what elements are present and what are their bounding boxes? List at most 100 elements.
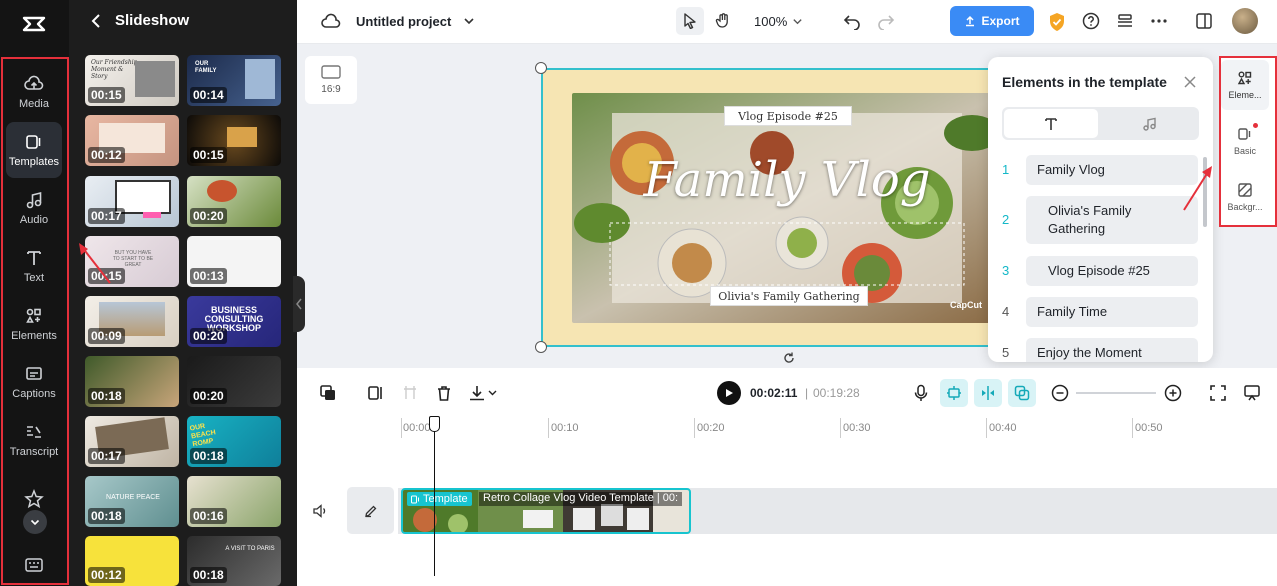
- link-icon: [1014, 385, 1030, 401]
- template-thumbnail[interactable]: A VISIT TO PARIS 00:18: [187, 536, 281, 586]
- crop-icon[interactable]: [402, 384, 418, 402]
- subtitle-text[interactable]: Olivia's Family Gathering: [710, 286, 868, 306]
- volume-icon[interactable]: [312, 503, 328, 519]
- avatar[interactable]: [1232, 8, 1258, 34]
- templates-panel: Slideshow Our Friendship Moment & Story …: [69, 0, 297, 586]
- tab-label: Eleme...: [1228, 90, 1262, 100]
- project-name[interactable]: Untitled project: [356, 14, 451, 29]
- cloud-sync-icon[interactable]: [321, 13, 341, 31]
- template-thumbnail[interactable]: 00:17: [85, 176, 179, 227]
- hand-tool-icon[interactable]: [715, 12, 733, 30]
- zoom-in-icon[interactable]: [1164, 384, 1182, 402]
- resize-handle[interactable]: [535, 341, 547, 353]
- shield-icon[interactable]: [1048, 12, 1066, 32]
- zoom-out-icon[interactable]: [1051, 384, 1069, 402]
- template-thumbnail[interactable]: BUSINESS CONSULTING WORKSHOP 00:20: [187, 296, 281, 347]
- link-button[interactable]: [1008, 379, 1036, 407]
- template-thumbnail[interactable]: OUR FAMILY 00:14: [187, 55, 281, 106]
- layers-icon[interactable]: [1116, 12, 1134, 30]
- rotate-icon[interactable]: [782, 351, 796, 365]
- template-thumbnail[interactable]: NATURE PEACE 00:18: [85, 476, 179, 527]
- timeline-ruler[interactable]: 00:00 00:10 00:20 00:30 00:40 00:50: [297, 416, 1277, 446]
- delete-icon[interactable]: [435, 384, 453, 402]
- rail-item-captions[interactable]: Captions: [6, 354, 62, 410]
- current-time: 00:02:11: [750, 386, 798, 400]
- transcript-icon: [24, 422, 44, 442]
- template-thumbnail[interactable]: 00:09: [85, 296, 179, 347]
- thumb-duration: 00:18: [88, 388, 125, 404]
- tab-text[interactable]: [1004, 109, 1098, 138]
- template-thumbnail[interactable]: 00:16: [187, 476, 281, 527]
- select-tool-button[interactable]: [676, 7, 704, 35]
- thumb-duration: 00:18: [190, 567, 227, 583]
- thumb-duration: 00:20: [190, 328, 227, 344]
- resize-handle[interactable]: [535, 62, 547, 74]
- zoom-level[interactable]: 100%: [754, 14, 787, 29]
- thumb-duration: 00:16: [190, 508, 227, 524]
- rail-item-text[interactable]: Text: [6, 238, 62, 294]
- tab-basic[interactable]: Basic: [1221, 116, 1269, 166]
- undo-icon[interactable]: [843, 12, 861, 30]
- thumb-duration: 00:09: [88, 328, 125, 344]
- playhead-handle[interactable]: [429, 416, 440, 432]
- element-text[interactable]: Family Time: [1026, 297, 1198, 327]
- replace-icon[interactable]: [319, 384, 337, 402]
- thumb-duration: 00:18: [88, 508, 125, 524]
- thumb-duration: 00:12: [88, 567, 125, 583]
- element-text[interactable]: Family Vlog: [1026, 155, 1198, 185]
- close-icon[interactable]: [1184, 76, 1196, 88]
- split-view-icon[interactable]: [1195, 12, 1213, 30]
- app-logo[interactable]: [20, 10, 48, 38]
- plugins-icon[interactable]: [24, 489, 44, 509]
- playhead-line[interactable]: [434, 418, 435, 576]
- rail-item-transcript[interactable]: Transcript: [6, 412, 62, 468]
- rail-item-media[interactable]: Media: [6, 64, 62, 120]
- export-button[interactable]: Export: [950, 6, 1034, 36]
- rail-item-audio[interactable]: Audio: [6, 180, 62, 236]
- preview-icon[interactable]: [1243, 384, 1261, 402]
- chevron-down-icon[interactable]: [792, 16, 803, 27]
- tab-elements[interactable]: Eleme...: [1221, 60, 1269, 110]
- chevron-down-icon[interactable]: [463, 15, 475, 27]
- tab-background[interactable]: Backgr...: [1221, 172, 1269, 222]
- play-button[interactable]: [717, 381, 741, 405]
- back-icon[interactable]: [91, 13, 101, 28]
- rail-item-templates[interactable]: Templates: [6, 122, 62, 178]
- cover-edit-button[interactable]: [347, 487, 394, 534]
- help-icon[interactable]: [1082, 12, 1100, 30]
- more-icon[interactable]: [1150, 12, 1168, 30]
- template-thumbnail[interactable]: 00:17: [85, 416, 179, 467]
- template-thumbnail[interactable]: 00:12: [85, 536, 179, 586]
- template-thumbnail[interactable]: 00:15: [187, 115, 281, 166]
- redo-icon[interactable]: [877, 12, 895, 30]
- template-thumbnail[interactable]: OUR BEACH ROMP 00:18: [187, 416, 281, 467]
- auto-snap-button[interactable]: [940, 379, 968, 407]
- episode-text[interactable]: Vlog Episode #25: [724, 106, 852, 126]
- template-thumbnail[interactable]: 00:20: [187, 356, 281, 407]
- template-thumbnail[interactable]: 00:18: [85, 356, 179, 407]
- template-thumbnail[interactable]: 00:20: [187, 176, 281, 227]
- keyboard-icon[interactable]: [24, 556, 44, 574]
- rail-item-elements[interactable]: Elements: [6, 296, 62, 352]
- timeline-toolbar: 00:02:11 | 00:19:28: [297, 368, 1277, 416]
- tab-audio[interactable]: [1102, 109, 1196, 138]
- split-clip-icon[interactable]: [367, 384, 385, 402]
- template-clip[interactable]: Template Retro Collage Vlog Video Templa…: [401, 488, 691, 534]
- aspect-ratio-button[interactable]: 16:9: [305, 56, 357, 104]
- template-thumbnail[interactable]: Our Friendship Moment & Story 00:15: [85, 55, 179, 106]
- element-text[interactable]: Enjoy the Moment: [1026, 338, 1198, 362]
- template-thumbnail[interactable]: 00:13: [187, 236, 281, 287]
- element-text[interactable]: Olivia's Family Gathering: [1026, 196, 1198, 244]
- fit-screen-icon[interactable]: [1209, 384, 1227, 402]
- microphone-icon[interactable]: [913, 384, 929, 402]
- split-line-button[interactable]: [974, 379, 1002, 407]
- element-text[interactable]: Vlog Episode #25: [1026, 256, 1198, 286]
- title-script-text[interactable]: Family Vlog: [612, 140, 962, 220]
- total-time: 00:19:28: [813, 386, 860, 400]
- rail-expand-button[interactable]: [23, 510, 47, 534]
- panel-collapse-handle[interactable]: [293, 276, 305, 332]
- download-icon[interactable]: [468, 384, 498, 402]
- zoom-slider[interactable]: [1076, 392, 1156, 394]
- magnet-icon: [946, 385, 962, 401]
- template-thumbnail[interactable]: 00:12: [85, 115, 179, 166]
